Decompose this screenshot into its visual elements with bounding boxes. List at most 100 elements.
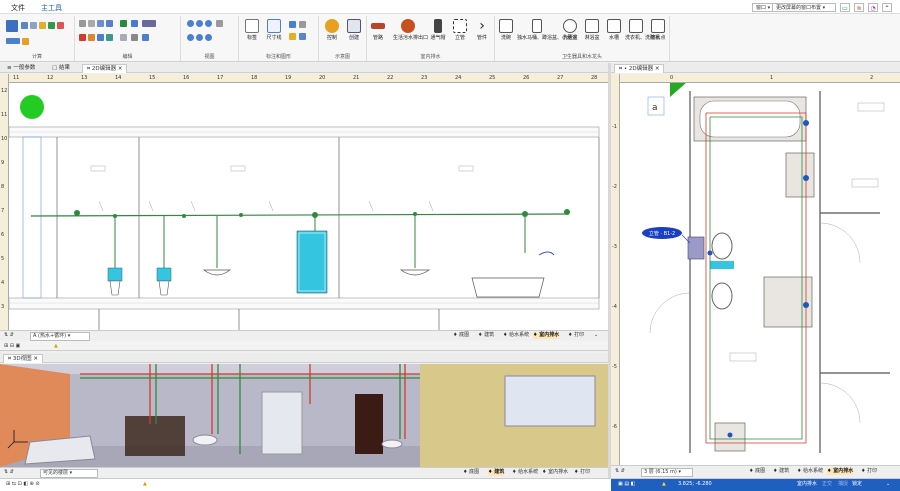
shower-tray-button[interactable]: 淋浴盆	[581, 19, 603, 41]
plan-shower-tray[interactable]	[763, 276, 813, 328]
outlet-button[interactable]: 生活污水排出口	[393, 19, 428, 41]
arrow-icon[interactable]	[120, 20, 127, 27]
vent-cap-button[interactable]: 通气帽	[427, 19, 449, 41]
osnap-toggle[interactable]: 捕捉	[838, 481, 848, 488]
align-icon[interactable]	[142, 20, 156, 27]
right-toggle-water[interactable]: ♦ 给水系统	[797, 468, 823, 475]
refresh-icon[interactable]	[48, 22, 55, 29]
view3d-toggle-drainage[interactable]: ♦ 室内排水	[542, 469, 568, 476]
lightning-icon[interactable]	[22, 38, 29, 45]
view3d-toggle-basemap[interactable]: ♦ 底图	[463, 469, 479, 476]
shower-cabin[interactable]	[296, 230, 328, 294]
view3d-nav-icon[interactable]: ⇅ ⇵	[4, 469, 14, 476]
nav-arrows-icon[interactable]: ⇅ ⇵	[4, 332, 14, 339]
plan-canvas[interactable]: a 立管 · B1-2	[620, 83, 900, 465]
floor-select[interactable]: 3 层 (6.15 m) ▾	[641, 468, 693, 477]
window-dropdown[interactable]: 窗口 ▾	[752, 3, 775, 12]
text-style-icon[interactable]	[142, 34, 149, 41]
tab-results[interactable]: ▢ 结果	[48, 64, 74, 73]
copy-icon[interactable]	[79, 20, 86, 27]
toggle-indoor-drainage[interactable]: ♦ 室内排水	[533, 332, 560, 339]
warning-triangle-icon[interactable]: ▲	[54, 343, 58, 350]
ruler-icon[interactable]	[6, 38, 20, 44]
right-toggle-print[interactable]: ♦ 打印	[861, 468, 877, 475]
tab-2d-editor-right[interactable]: ⌗ • 2D编辑器 ✕	[614, 64, 665, 73]
collapse-ribbon-icon[interactable]: ⌃	[882, 3, 892, 12]
rotate-icon[interactable]	[120, 34, 127, 41]
view-dropdown-icon[interactable]	[216, 20, 223, 27]
delete-icon[interactable]	[79, 34, 86, 41]
text-icon[interactable]	[289, 21, 296, 28]
zoom-previous-icon[interactable]	[205, 34, 212, 41]
warning-icon[interactable]	[57, 22, 64, 29]
bathtub[interactable]	[471, 277, 545, 298]
status-warning-icon[interactable]: ▲	[143, 481, 147, 488]
plan-toilet-1[interactable]	[711, 232, 733, 260]
fitting-button[interactable]: › 管件	[471, 19, 493, 41]
plan-toilet-2[interactable]	[711, 282, 733, 310]
right-toggle-building[interactable]: ♦ 建筑	[773, 468, 789, 475]
create-button[interactable]: 创建	[343, 19, 365, 41]
status-tool-icons[interactable]: ⊞ ⇆ ⊡ ◧ ⊕ ⊘	[6, 481, 40, 488]
riser-button[interactable]: 立管	[449, 19, 471, 41]
zoom-window-icon[interactable]	[205, 20, 212, 27]
toggle-building[interactable]: ♦ 建筑	[478, 332, 494, 339]
stack-icon[interactable]: ≋	[854, 3, 864, 12]
cut-icon[interactable]	[88, 34, 95, 41]
washing-machine-button[interactable]: 洗衣机、洗碗机	[625, 19, 660, 41]
toggle-basemap[interactable]: ♦ 底图	[453, 332, 469, 339]
layout-dropdown[interactable]: 更改屏幕的窗口布置 ▾	[772, 3, 836, 12]
grid-icon[interactable]	[30, 22, 37, 29]
floor-drain-button[interactable]: 放水点	[647, 19, 669, 41]
view3d-toggle-water[interactable]: ♦ 给水系统	[512, 469, 538, 476]
tab-general-params[interactable]: ≡ 一般参数	[3, 64, 39, 73]
paste-icon[interactable]	[88, 20, 95, 27]
pipe-button[interactable]: 管路	[367, 19, 389, 41]
palette-icon[interactable]: ◔	[868, 3, 878, 12]
plan-warning-icon[interactable]: ▲	[662, 481, 666, 488]
zoom-in-icon[interactable]	[187, 20, 194, 27]
control-button[interactable]: 控制	[321, 19, 343, 41]
redo-icon[interactable]	[131, 20, 138, 27]
washbasin-2[interactable]	[399, 269, 431, 276]
zoom-out-icon[interactable]	[196, 20, 203, 27]
lock-toggle[interactable]: 锁定	[852, 481, 862, 488]
mark-button[interactable]: 标签	[241, 19, 263, 41]
panel-options-icon[interactable]: ⌄	[594, 332, 598, 339]
hatch-icon[interactable]	[299, 21, 306, 28]
select-icon[interactable]	[97, 20, 104, 27]
mirror-icon[interactable]	[106, 34, 113, 41]
toggle-print[interactable]: ♦ 打印	[568, 332, 584, 339]
view3d-toggle-print[interactable]: ♦ 打印	[574, 469, 590, 476]
table-icon[interactable]	[6, 20, 18, 32]
right-nav-icon[interactable]: ⇅ ⇵	[615, 468, 625, 475]
riser-symbol[interactable]	[687, 236, 705, 260]
menu-file[interactable]: 文件	[11, 3, 25, 13]
urinal-button[interactable]: 独水马桶、蹲浴盆、小便池	[517, 19, 577, 41]
tab-3d-view[interactable]: ⌗ 3D视图 ✕	[3, 354, 43, 363]
folder-icon[interactable]	[39, 22, 46, 29]
water-tank-button[interactable]: 水槽	[603, 19, 625, 41]
undo-icon[interactable]	[106, 20, 113, 27]
drain-main-pipe[interactable]	[30, 213, 570, 217]
pan-icon[interactable]	[196, 34, 203, 41]
sink-button[interactable]: 洗碗	[495, 19, 517, 41]
layer-select[interactable]: A (热水+循环) ▾	[30, 332, 90, 341]
right-toggle-drainage[interactable]: ♦ 室内排水	[827, 468, 854, 475]
view3d-canvas[interactable]	[0, 364, 608, 467]
toilet-cistern-2[interactable]	[156, 267, 172, 282]
toggle-water-supply[interactable]: ♦ 给水系统	[503, 332, 529, 339]
zoom-extents-icon[interactable]	[187, 34, 194, 41]
washbasin-1[interactable]	[202, 269, 232, 276]
washbasin-button[interactable]: 洗脸盆	[559, 19, 581, 41]
tab-2d-editor-left[interactable]: ⌗ 2D编辑器 ✕	[82, 64, 128, 73]
calc-icon[interactable]	[21, 22, 28, 29]
view3d-toggle-building[interactable]: ♦ 建筑	[488, 469, 505, 476]
monitor-icon[interactable]: ▭	[840, 3, 850, 12]
elevation-canvas[interactable]	[9, 83, 608, 330]
plan-washbasin[interactable]	[785, 152, 815, 198]
visible-floor-select[interactable]: 可见的楼层 ▾	[40, 469, 98, 478]
scale-icon[interactable]	[131, 34, 138, 41]
toilet-cistern-1[interactable]	[107, 267, 123, 282]
right-toggle-basemap[interactable]: ♦ 底图	[749, 468, 765, 475]
